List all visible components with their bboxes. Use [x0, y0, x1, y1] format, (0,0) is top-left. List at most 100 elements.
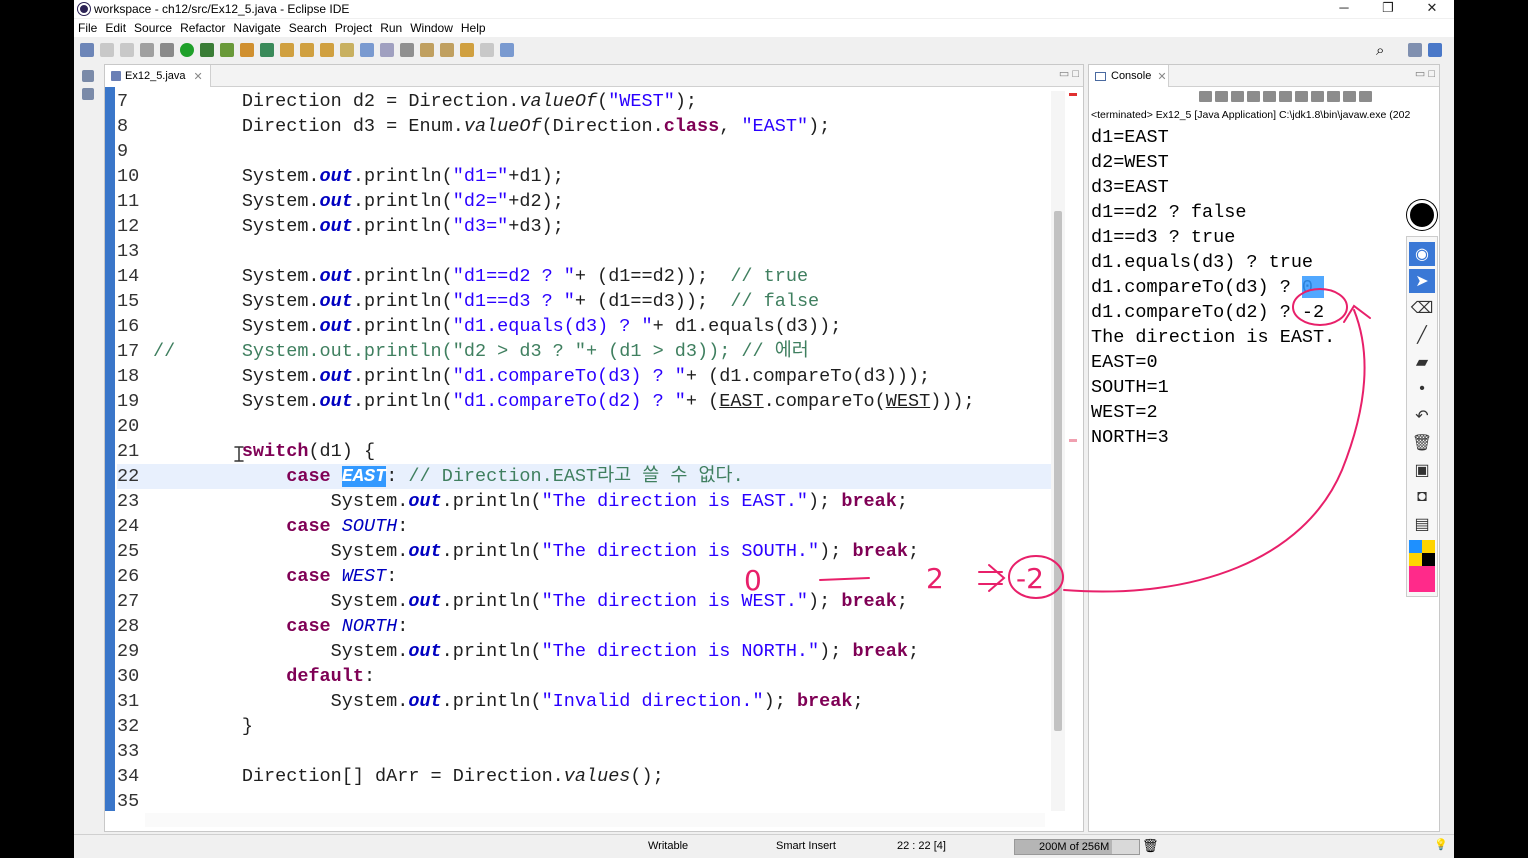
code-line[interactable]: 12 System.out.println("d3="+d3); [117, 214, 1061, 239]
code-line[interactable]: 10 System.out.println("d1="+d1); [117, 164, 1061, 189]
code-line[interactable]: 24 case SOUTH: [117, 514, 1061, 539]
new-icon[interactable] [80, 43, 94, 57]
java-perspective-icon[interactable] [1428, 43, 1442, 57]
block-selection-icon[interactable] [380, 43, 394, 57]
restore-icon[interactable]: ❐ [1366, 0, 1410, 18]
close-console-icon[interactable]: ✕ [1157, 70, 1166, 83]
open-console-icon[interactable] [1359, 91, 1372, 102]
maximize-console-icon[interactable]: □ [1428, 68, 1435, 80]
menu-search[interactable]: Search [289, 21, 327, 35]
camera-icon[interactable]: ◘ [1409, 485, 1435, 509]
menu-run[interactable]: Run [380, 21, 402, 35]
minimize-icon[interactable]: ─ [1322, 0, 1366, 18]
open-task-icon[interactable] [300, 43, 314, 57]
close-icon[interactable]: ✕ [1410, 0, 1454, 18]
new-java-project-icon[interactable] [240, 43, 254, 57]
code-line[interactable]: 35 [117, 789, 1061, 811]
toggle-mark-occurrences-icon[interactable] [340, 43, 354, 57]
code-line[interactable]: 18 System.out.println("d1.compareTo(d3) … [117, 364, 1061, 389]
coverage-icon[interactable] [200, 43, 214, 57]
menu-help[interactable]: Help [461, 21, 486, 35]
run-icon[interactable] [180, 43, 194, 57]
code-line[interactable]: 11 System.out.println("d2="+d2); [117, 189, 1061, 214]
clipboard-icon[interactable]: ▤ [1409, 512, 1435, 536]
tab-console[interactable]: Console ✕ [1089, 65, 1169, 87]
outline-icon[interactable] [82, 88, 94, 100]
tab-ex12-5-java[interactable]: Ex12_5.java ✕ [105, 65, 211, 87]
remove-all-icon[interactable] [1231, 91, 1244, 102]
garbage-collect-icon[interactable]: 🗑 [1142, 838, 1159, 854]
show-on-stderr-icon[interactable] [1311, 91, 1324, 102]
eraser-icon[interactable]: ⌫ [1409, 296, 1435, 320]
highlighter-icon[interactable]: ▰ [1409, 350, 1435, 374]
open-type-icon[interactable] [280, 43, 294, 57]
code-line[interactable]: 25 System.out.println("The direction is … [117, 539, 1061, 564]
menu-navigate[interactable]: Navigate [233, 21, 280, 35]
external-tools-icon[interactable] [220, 43, 234, 57]
menu-window[interactable]: Window [410, 21, 453, 35]
search-icon[interactable]: ⌕ [1376, 42, 1384, 59]
pen-icon[interactable]: ╱ [1409, 323, 1435, 347]
menu-file[interactable]: File [78, 21, 97, 35]
skip-breakpoints-icon[interactable] [140, 43, 154, 57]
menu-source[interactable]: Source [134, 21, 172, 35]
code-line[interactable]: 28 case NORTH: [117, 614, 1061, 639]
scroll-lock-icon[interactable] [1263, 91, 1276, 102]
minimize-view-icon[interactable]: ▭ [1059, 68, 1069, 80]
previous-annotation-icon[interactable] [440, 43, 454, 57]
remove-launch-icon[interactable] [1215, 91, 1228, 102]
code-line[interactable]: 27 System.out.println("The direction is … [117, 589, 1061, 614]
debug-icon[interactable] [160, 43, 174, 57]
menu-refactor[interactable]: Refactor [180, 21, 225, 35]
code-line[interactable]: 19 System.out.println("d1.compareTo(d2) … [117, 389, 1061, 414]
menu-edit[interactable]: Edit [105, 21, 126, 35]
eye-icon[interactable]: ◉ [1409, 242, 1435, 266]
code-line[interactable]: 9 [117, 139, 1061, 164]
code-line[interactable]: 15 System.out.println("d1==d3 ? "+ (d1==… [117, 289, 1061, 314]
code-line[interactable]: 7 Direction d2 = Direction.valueOf("WEST… [117, 89, 1061, 114]
forward-icon[interactable] [480, 43, 494, 57]
color-picker[interactable] [1409, 540, 1435, 592]
save-all-icon[interactable] [120, 43, 134, 57]
pin-editor-icon[interactable] [500, 43, 514, 57]
code-line[interactable]: 30 default: [117, 664, 1061, 689]
maximize-view-icon[interactable]: □ [1072, 68, 1079, 80]
cursor-icon[interactable]: ➤ [1409, 269, 1435, 293]
whiteboard-icon[interactable]: ▣ [1409, 458, 1435, 482]
editor-horizontal-scrollbar[interactable] [145, 813, 1045, 827]
next-annotation-icon[interactable] [420, 43, 434, 57]
code-line[interactable]: 32 } [117, 714, 1061, 739]
heap-status[interactable]: 200M of 256M [1014, 839, 1140, 855]
dot-size-icon[interactable]: • [1409, 377, 1435, 401]
current-code-line[interactable]: 22 case EAST: // Direction.EAST라고 쓸 수 없다… [117, 464, 1061, 489]
tip-icon[interactable]: 💡 [1434, 838, 1448, 851]
clear-console-icon[interactable] [1247, 91, 1260, 102]
search-tool-icon[interactable] [320, 43, 334, 57]
pin-console-icon[interactable] [1327, 91, 1340, 102]
code-line[interactable]: 20 [117, 414, 1061, 439]
editor-vertical-scrollbar[interactable] [1051, 91, 1065, 811]
code-line[interactable]: 29 System.out.println("The direction is … [117, 639, 1061, 664]
code-line[interactable]: 14 System.out.println("d1==d2 ? "+ (d1==… [117, 264, 1061, 289]
code-line[interactable]: 16 System.out.println("d1.equals(d3) ? "… [117, 314, 1061, 339]
occurrence-marker-icon[interactable] [1069, 439, 1077, 442]
toggle-word-wrap-icon[interactable] [360, 43, 374, 57]
save-icon[interactable] [100, 43, 114, 57]
back-icon[interactable] [460, 43, 474, 57]
code-line[interactable]: 33 [117, 739, 1061, 764]
terminate-icon[interactable] [1199, 91, 1212, 102]
undo-icon[interactable]: ↶ [1409, 404, 1435, 428]
code-line[interactable]: 17// System.out.println("d2 > d3 ? "+ (d… [117, 339, 1061, 364]
show-whitespace-icon[interactable] [400, 43, 414, 57]
menu-project[interactable]: Project [335, 21, 372, 35]
code-line[interactable]: 8 Direction d3 = Enum.valueOf(Direction.… [117, 114, 1061, 139]
code-line[interactable]: 23 System.out.println("The direction is … [117, 489, 1061, 514]
close-tab-icon[interactable]: ✕ [194, 70, 203, 83]
code-line[interactable]: 34 Direction[] dArr = Direction.values()… [117, 764, 1061, 789]
minimize-console-icon[interactable]: ▭ [1415, 68, 1425, 80]
code-line[interactable]: 26 case WEST: [117, 564, 1061, 589]
trash-icon[interactable]: 🗑 [1409, 431, 1435, 455]
word-wrap-icon[interactable] [1279, 91, 1292, 102]
code-line[interactable]: 21 switch(d1) { [117, 439, 1061, 464]
open-perspective-icon[interactable] [1408, 43, 1422, 57]
